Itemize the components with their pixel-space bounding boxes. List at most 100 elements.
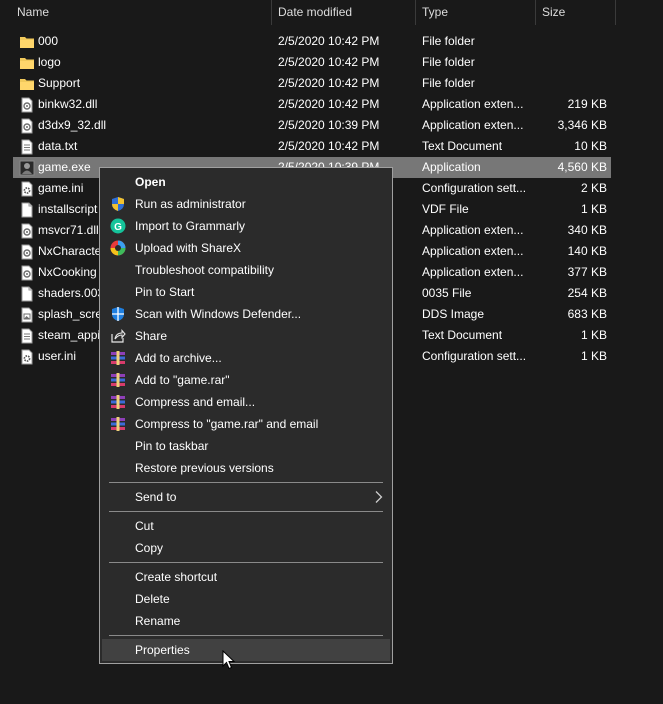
menu-item-pin-to-start[interactable]: Pin to Start <box>102 281 390 303</box>
file-row[interactable]: d3dx9_32.dll 2/5/2020 10:39 PM Application… <box>13 115 611 136</box>
menu-item-label: Share <box>135 329 168 343</box>
folder-icon <box>19 34 34 49</box>
file-row[interactable]: logo 2/5/2020 10:42 PM File folder <box>13 52 611 73</box>
file-row[interactable]: data.txt 2/5/2020 10:42 PM Text Document 10… <box>13 136 611 157</box>
menu-separator <box>109 562 383 563</box>
winrar-icon <box>110 416 126 432</box>
file-type: Configuration sett... <box>422 181 527 195</box>
menu-item-add-to-archive[interactable]: Add to archive... <box>102 347 390 369</box>
menu-item-copy[interactable]: Copy <box>102 537 390 559</box>
winrar-icon <box>110 350 126 366</box>
menu-item-label: Properties <box>135 643 190 657</box>
game-exe-icon <box>19 160 35 176</box>
column-divider[interactable] <box>271 0 272 25</box>
folder-icon <box>19 55 34 70</box>
menu-item-label: Open <box>135 175 166 189</box>
menu-item-label: Send to <box>135 490 177 504</box>
menu-item-delete[interactable]: Delete <box>102 588 390 610</box>
file-type: Application exten... <box>422 223 524 237</box>
file-row[interactable]: 000 2/5/2020 10:42 PM File folder <box>13 31 611 52</box>
winrar-icon <box>110 394 126 410</box>
menu-item-create-shortcut[interactable]: Create shortcut <box>102 566 390 588</box>
file-type: Text Document <box>422 328 503 342</box>
file-type: VDF File <box>422 202 469 216</box>
file-size <box>533 52 607 73</box>
file-type: Application exten... <box>422 97 524 111</box>
menu-item-cut[interactable]: Cut <box>102 515 390 537</box>
file-size: 1 KB <box>580 202 607 216</box>
column-header: Name ⌃ Date modified Type Size <box>0 0 617 25</box>
menu-item-label: Compress and email... <box>135 395 256 409</box>
column-divider[interactable] <box>415 0 416 25</box>
sharex-icon <box>110 240 126 256</box>
config-file-icon <box>19 181 33 197</box>
file-size: 10 KB <box>574 139 607 153</box>
sort-ascending-icon: ⌃ <box>136 0 145 7</box>
mouse-pointer-icon <box>222 650 236 670</box>
menu-item-scan-with-windows-defender[interactable]: Scan with Windows Defender... <box>102 303 390 325</box>
file-name: logo <box>38 55 61 69</box>
menu-item-open[interactable]: Open <box>102 171 390 193</box>
menu-item-share[interactable]: Share <box>102 325 390 347</box>
menu-item-label: Compress to "game.rar" and email <box>135 417 319 431</box>
menu-item-label: Add to archive... <box>135 351 222 365</box>
image-file-icon <box>19 307 33 323</box>
text-file-icon <box>19 328 33 344</box>
file-row[interactable]: binkw32.dll 2/5/2020 10:42 PM Application … <box>13 94 611 115</box>
column-divider[interactable] <box>615 0 616 25</box>
file-date-modified: 2/5/2020 10:42 PM <box>278 76 380 90</box>
file-size: 1 KB <box>580 349 607 363</box>
menu-item-restore-previous-versions[interactable]: Restore previous versions <box>102 457 390 479</box>
menu-item-import-to-grammarly[interactable]: G Import to Grammarly <box>102 215 390 237</box>
dll-file-icon <box>19 97 33 113</box>
dll-file-icon <box>19 244 33 260</box>
file-type: Configuration sett... <box>422 349 527 363</box>
menu-item-troubleshoot-compatibility[interactable]: Troubleshoot compatibility <box>102 259 390 281</box>
menu-item-label: Troubleshoot compatibility <box>135 263 274 277</box>
file-size: 254 KB <box>567 286 607 300</box>
file-type: Application exten... <box>422 244 524 258</box>
file-row[interactable]: Support 2/5/2020 10:42 PM File folder <box>13 73 611 94</box>
file-name: data.txt <box>38 139 78 153</box>
menu-item-pin-to-taskbar[interactable]: Pin to taskbar <box>102 435 390 457</box>
menu-item-label: Restore previous versions <box>135 461 274 475</box>
menu-item-label: Upload with ShareX <box>135 241 242 255</box>
menu-item-compress-and-email[interactable]: Compress and email... <box>102 391 390 413</box>
uac-shield-icon <box>110 196 126 212</box>
menu-item-add-to-game-rar[interactable]: Add to "game.rar" <box>102 369 390 391</box>
menu-separator <box>109 635 383 636</box>
column-header-date[interactable]: Date modified <box>278 0 408 25</box>
menu-item-label: Pin to Start <box>135 285 195 299</box>
menu-item-label: Create shortcut <box>135 570 218 584</box>
file-size <box>533 31 607 52</box>
blank-file-icon <box>19 286 33 302</box>
file-type: Text Document <box>422 139 503 153</box>
file-name: Support <box>38 76 81 90</box>
file-size: 377 KB <box>567 265 607 279</box>
file-size: 340 KB <box>567 223 607 237</box>
menu-item-label: Delete <box>135 592 170 606</box>
file-type: Application exten... <box>422 118 524 132</box>
menu-item-send-to[interactable]: Send to <box>102 486 390 508</box>
file-size: 1 KB <box>580 328 607 342</box>
file-date-modified: 2/5/2020 10:39 PM <box>278 118 380 132</box>
file-type: 0035 File <box>422 286 472 300</box>
chevron-right-icon <box>374 490 384 504</box>
file-name: d3dx9_32.dll <box>38 118 107 132</box>
file-type: Application exten... <box>422 265 524 279</box>
menu-item-compress-to-game-rar-and-email[interactable]: Compress to "game.rar" and email <box>102 413 390 435</box>
file-name: 000 <box>38 34 59 48</box>
config-file-icon <box>19 349 33 365</box>
file-type: File folder <box>422 34 475 48</box>
menu-item-label: Copy <box>135 541 164 555</box>
menu-item-properties[interactable]: Properties <box>102 639 390 661</box>
text-file-icon <box>19 139 33 155</box>
menu-item-upload-with-sharex[interactable]: Upload with ShareX <box>102 237 390 259</box>
menu-item-run-as-administrator[interactable]: Run as administrator <box>102 193 390 215</box>
column-divider[interactable] <box>535 0 536 25</box>
file-size: 2 KB <box>580 181 607 195</box>
column-header-size[interactable]: Size <box>542 0 612 25</box>
dll-file-icon <box>19 265 33 281</box>
column-header-type[interactable]: Type <box>422 0 532 25</box>
menu-item-rename[interactable]: Rename <box>102 610 390 632</box>
